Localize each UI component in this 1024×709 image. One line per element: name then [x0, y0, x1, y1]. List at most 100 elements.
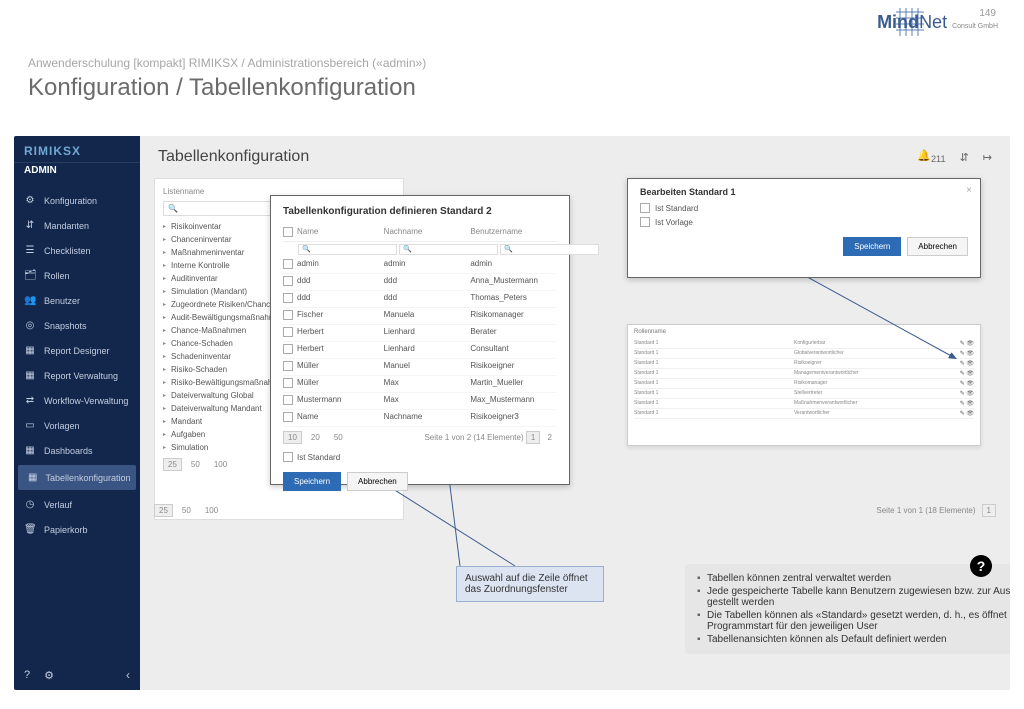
sidebar-item-mandanten[interactable]: ⇵Mandanten: [14, 213, 140, 238]
nav-label: Report Designer: [44, 346, 110, 356]
config-dialog: Tabellenkonfiguration definieren Standar…: [270, 195, 570, 485]
mindnet-logo: MindNet Consult GmbH: [877, 12, 998, 33]
nav-label: Vorlagen: [44, 421, 80, 431]
row-checkbox[interactable]: [283, 361, 293, 371]
table-row[interactable]: adminadminadmin: [283, 257, 557, 274]
table-row[interactable]: HerbertLienhardConsultant: [283, 342, 557, 359]
sidebar-item-workflow-verwaltung[interactable]: ⇄Workflow-Verwaltung: [14, 388, 140, 413]
page-size-25[interactable]: 25: [163, 458, 182, 471]
config-dialog-title: Tabellenkonfiguration definieren Standar…: [283, 206, 557, 217]
gear-icon[interactable]: ⚙: [44, 669, 54, 682]
cfg-page-size-20[interactable]: 20: [306, 431, 325, 444]
filter-name[interactable]: [298, 244, 397, 255]
info-bullet: Die Tabellen können als «Standard» geset…: [697, 609, 1010, 633]
preview-row[interactable]: Standard 1Risikomanager✎ 👁: [634, 379, 974, 389]
is-template-chk[interactable]: [640, 217, 650, 227]
row-checkbox[interactable]: [283, 412, 293, 422]
preview-row[interactable]: Standard 1Maßnahmenverantwortlicher✎ 👁: [634, 399, 974, 409]
is-standard-label: Ist Standard: [297, 453, 340, 462]
table-row[interactable]: MüllerMaxMartin_Mueller: [283, 376, 557, 393]
sidebar-item-dashboards[interactable]: ▦Dashboards: [14, 438, 140, 463]
row-checkbox[interactable]: [283, 378, 293, 388]
table-row[interactable]: ddddddThomas_Peters: [283, 291, 557, 308]
table-row[interactable]: NameNachnameRisikoeigner3: [283, 410, 557, 427]
size-100[interactable]: 100: [200, 504, 223, 517]
sidebar-item-snapshots[interactable]: ◎Snapshots: [14, 313, 140, 338]
sidebar-item-konfiguration[interactable]: ⚙Konfiguration: [14, 188, 140, 213]
filter-user[interactable]: [500, 244, 599, 255]
nav-icon: ⚙: [24, 195, 36, 206]
sidebar-item-report-designer[interactable]: ▦Report Designer: [14, 338, 140, 363]
sidebar-item-benutzer[interactable]: 👥Benutzer: [14, 288, 140, 313]
cfg-page-size-50[interactable]: 50: [329, 431, 348, 444]
row-checkbox[interactable]: [283, 310, 293, 320]
nav-icon: ⇵: [24, 220, 36, 231]
sidebar-item-vorlagen[interactable]: ▭ Vorlagen: [14, 413, 140, 438]
sidebar-item-rollen[interactable]: 🗂Rollen: [14, 263, 140, 288]
cancel-button[interactable]: Abbrechen: [347, 472, 408, 491]
row-checkbox[interactable]: [283, 344, 293, 354]
close-icon[interactable]: ×: [966, 185, 972, 196]
nav-label: Verlauf: [44, 500, 72, 510]
help-icon[interactable]: ?: [24, 669, 30, 682]
row-checkbox[interactable]: [283, 259, 293, 269]
preview-row[interactable]: Standard 1Konfigurierbar✎ 👁: [634, 339, 974, 349]
page-2[interactable]: 2: [543, 431, 557, 444]
sidebar-collapse[interactable]: ‹: [126, 668, 130, 682]
save-button[interactable]: Speichern: [283, 472, 341, 491]
nav-label: Report Verwaltung: [44, 371, 118, 381]
info-bullet: Jede gespeicherte Tabelle kann Benutzern…: [697, 585, 1010, 609]
page-1[interactable]: 1: [526, 431, 540, 444]
table-row[interactable]: ddddddAnna_Mustermann: [283, 274, 557, 291]
filter-lastname[interactable]: [399, 244, 498, 255]
table-row[interactable]: MüllerManuelRisikoeigner: [283, 359, 557, 376]
sidebar-item-papierkorb[interactable]: 🗑Papierkorb: [14, 517, 140, 542]
preview-row[interactable]: Standard 1Globalverantwortlicher✎ 👁: [634, 349, 974, 359]
page-size-100[interactable]: 100: [209, 458, 232, 471]
tree-icon[interactable]: ⇵: [960, 151, 969, 164]
cfg-page-size-10[interactable]: 10: [283, 431, 302, 444]
is-standard-checkbox[interactable]: [283, 452, 293, 462]
size-50[interactable]: 50: [177, 504, 196, 517]
breadcrumb: Anwenderschulung [kompakt] RIMIKSX / Adm…: [28, 56, 426, 70]
row-checkbox[interactable]: [283, 395, 293, 405]
preview-row[interactable]: Standard 1Verantwortlicher✎ 👁: [634, 409, 974, 419]
edit-save-button[interactable]: Speichern: [843, 237, 901, 256]
main-area: Tabellenkonfiguration 🔔211 ⇵ ↦ Listennam…: [140, 136, 1010, 690]
size-25[interactable]: 25: [154, 504, 173, 517]
nav-label: Tabellenkonfiguration: [45, 473, 130, 483]
page-1-bottom[interactable]: 1: [982, 504, 996, 517]
nav-icon: ▭: [24, 420, 36, 431]
logout-icon[interactable]: ↦: [983, 151, 992, 164]
table-row[interactable]: FischerManuelaRisikomanager: [283, 308, 557, 325]
table-row[interactable]: MustermannMaxMax_Mustermann: [283, 393, 557, 410]
page-size-50[interactable]: 50: [186, 458, 205, 471]
nav-label: Checklisten: [44, 246, 91, 256]
help-badge-icon[interactable]: ?: [970, 555, 992, 577]
sidebar-footer: ? ⚙: [24, 669, 54, 682]
edit-cancel-button[interactable]: Abbrechen: [907, 237, 968, 256]
info-box: Tabellen können zentral verwaltet werden…: [685, 564, 1010, 654]
sidebar-item-verlauf[interactable]: ◷Verlauf: [14, 492, 140, 517]
main-title: Tabellenkonfiguration: [158, 148, 309, 166]
select-all-checkbox[interactable]: [283, 227, 293, 237]
sidebar-item-report-verwaltung[interactable]: ▦Report Verwaltung: [14, 363, 140, 388]
is-standard-chk[interactable]: [640, 203, 650, 213]
nav-icon: ▦: [24, 445, 36, 456]
table-row[interactable]: HerbertLienhardBerater: [283, 325, 557, 342]
preview-row[interactable]: Standard 1Risikoeigner✎ 👁: [634, 359, 974, 369]
sidebar-item-checklisten[interactable]: ☰ Checklisten: [14, 238, 140, 263]
row-checkbox[interactable]: [283, 276, 293, 286]
preview-row[interactable]: Standard 1Managementverantwortlicher✎ 👁: [634, 369, 974, 379]
nav-icon: 🗑: [24, 524, 36, 535]
sidebar-item-tabellenkonfiguration[interactable]: ▦Tabellenkonfiguration: [18, 465, 136, 490]
app-window: RIMIKSX ADMIN ⚙Konfiguration⇵Mandanten☰C…: [14, 136, 1010, 690]
bell-icon[interactable]: 🔔211: [917, 149, 945, 164]
app-logo: RIMIKSX: [14, 136, 140, 163]
edit-dialog-title: Bearbeiten Standard 1: [640, 187, 968, 197]
preview-row[interactable]: Standard 1Stellvertreter✎ 👁: [634, 389, 974, 399]
nav-icon: ☰: [24, 245, 36, 256]
row-checkbox[interactable]: [283, 293, 293, 303]
row-checkbox[interactable]: [283, 327, 293, 337]
bottom-pager: Seite 1 von 1 (18 Elemente) 1: [876, 504, 996, 517]
